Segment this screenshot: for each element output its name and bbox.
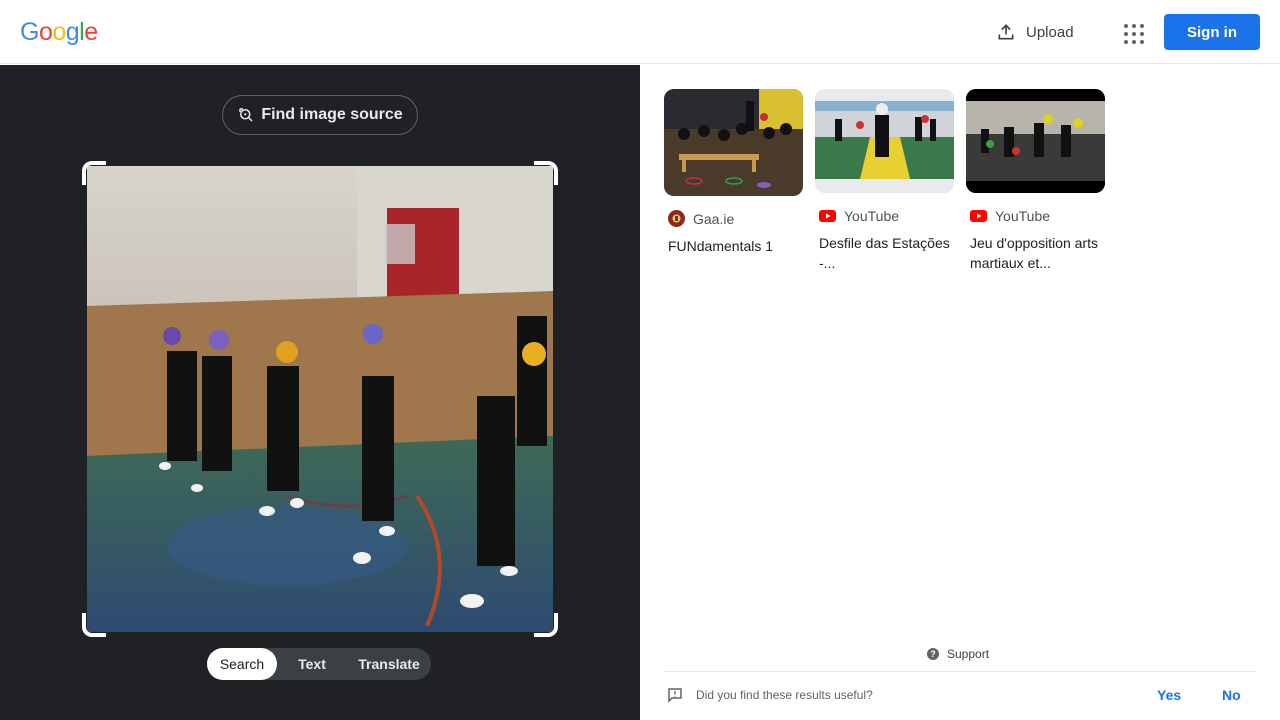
result-card[interactable]: YouTube Desfile das Estações -... bbox=[815, 89, 954, 273]
result-title[interactable]: Desfile das Estações -... bbox=[815, 233, 954, 273]
lens-search-icon bbox=[239, 108, 253, 122]
result-card[interactable]: YouTube Jeu d'opposition arts martiaux e… bbox=[966, 89, 1105, 273]
support-link[interactable]: ? Support bbox=[927, 647, 989, 661]
sign-in-button[interactable]: Sign in bbox=[1164, 14, 1260, 50]
upload-button[interactable]: Upload bbox=[990, 16, 1080, 48]
crop-corner-top-left[interactable] bbox=[82, 161, 106, 185]
logo-letter: o bbox=[38, 18, 53, 46]
apps-grid-icon[interactable] bbox=[1118, 18, 1146, 46]
crop-corner-bottom-left[interactable] bbox=[82, 613, 106, 637]
feedback-no-button[interactable]: No bbox=[1222, 687, 1241, 703]
gaa-crest-icon bbox=[668, 210, 685, 227]
tab-translate[interactable]: Translate bbox=[347, 648, 431, 680]
help-icon: ? bbox=[927, 648, 939, 660]
query-photo bbox=[87, 166, 553, 632]
result-card[interactable]: Gaa.ie FUNdamentals 1 bbox=[664, 89, 803, 273]
result-thumbnail[interactable] bbox=[966, 89, 1105, 193]
feedback-yes-button[interactable]: Yes bbox=[1157, 687, 1181, 703]
logo-letter: G bbox=[20, 18, 39, 46]
result-title[interactable]: Jeu d'opposition arts martiaux et... bbox=[966, 233, 1105, 273]
result-source-label: Gaa.ie bbox=[693, 210, 735, 227]
upload-icon bbox=[998, 24, 1014, 40]
result-source[interactable]: YouTube bbox=[966, 207, 1105, 224]
result-thumbnail[interactable] bbox=[664, 89, 803, 196]
result-source[interactable]: Gaa.ie bbox=[664, 210, 803, 227]
result-thumbnail[interactable] bbox=[815, 89, 954, 193]
youtube-icon bbox=[819, 207, 836, 224]
support-label: Support bbox=[947, 647, 990, 661]
image-preview-panel: Find image source Search Text Translate bbox=[0, 65, 640, 720]
feedback-question: Did you find these results useful? bbox=[696, 688, 873, 702]
logo-letter: o bbox=[52, 18, 66, 46]
result-title[interactable]: FUNdamentals 1 bbox=[664, 236, 803, 256]
google-logo[interactable]: Google bbox=[20, 18, 98, 47]
tab-text[interactable]: Text bbox=[277, 648, 347, 680]
visual-matches: Gaa.ie FUNdamentals 1 YouTube Desfile da… bbox=[664, 89, 1105, 273]
lens-mode-tabs: Search Text Translate bbox=[207, 648, 431, 680]
crop-corner-top-right[interactable] bbox=[534, 161, 558, 185]
youtube-icon bbox=[970, 207, 987, 224]
find-image-source-button[interactable]: Find image source bbox=[222, 95, 418, 135]
divider bbox=[664, 671, 1256, 672]
crop-frame[interactable] bbox=[82, 161, 558, 637]
logo-letter: g bbox=[65, 18, 80, 46]
tab-search[interactable]: Search bbox=[207, 648, 277, 680]
result-source-label: YouTube bbox=[844, 207, 900, 224]
result-source-label: YouTube bbox=[995, 207, 1051, 224]
result-source[interactable]: YouTube bbox=[815, 207, 954, 224]
find-image-source-label: Find image source bbox=[261, 106, 403, 123]
crop-corner-bottom-right[interactable] bbox=[534, 613, 558, 637]
header: Google Upload Sign in bbox=[0, 0, 1280, 64]
feedback-prompt: Did you find these results useful? bbox=[666, 686, 873, 704]
logo-letter: e bbox=[84, 18, 98, 46]
feedback-icon bbox=[668, 688, 682, 703]
upload-label: Upload bbox=[1026, 23, 1074, 41]
